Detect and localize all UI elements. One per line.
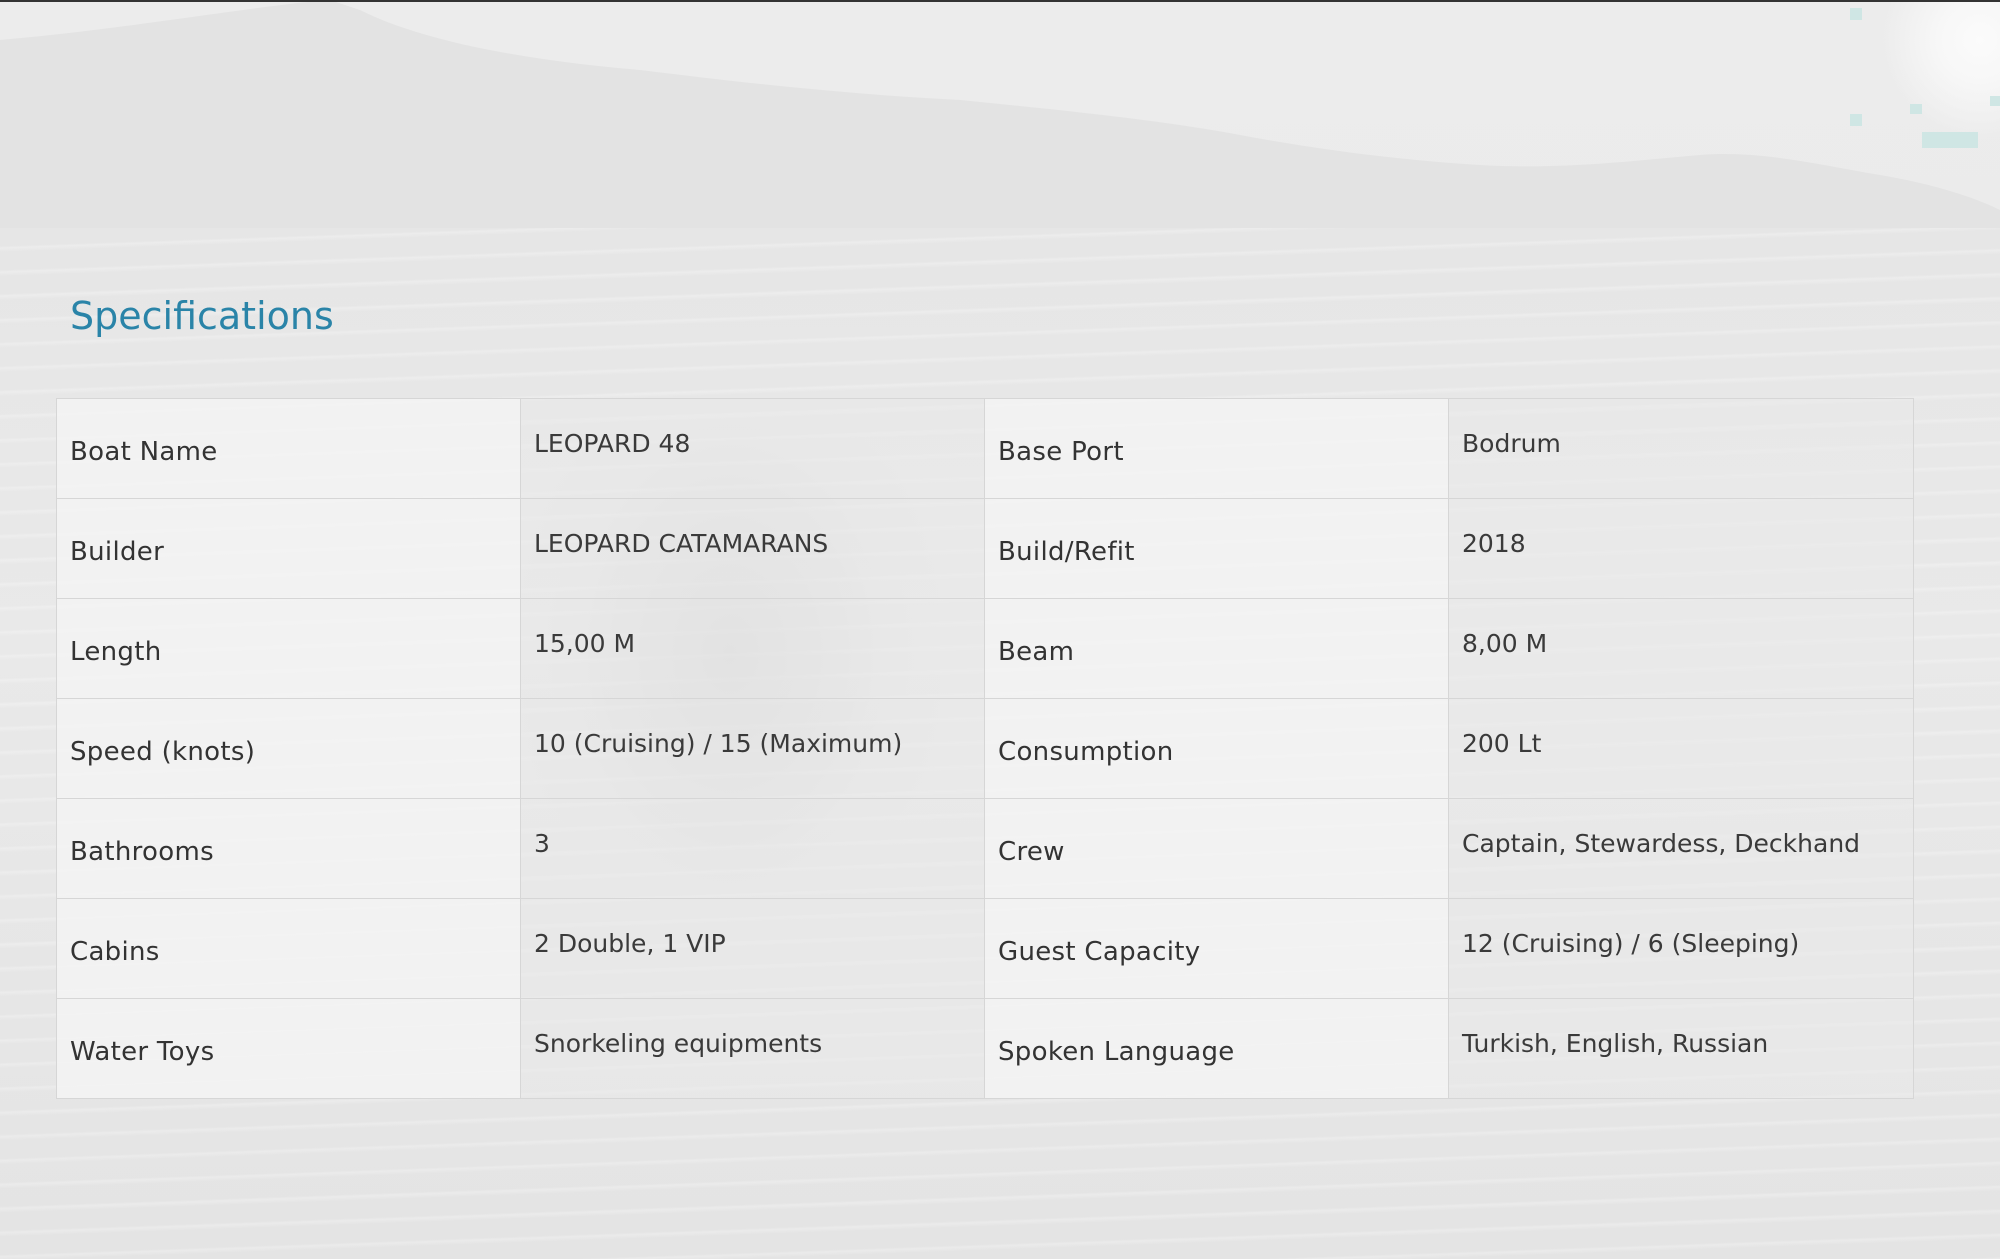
spec-value: Turkish, English, Russian xyxy=(1448,998,1914,1099)
spec-value: 8,00 M xyxy=(1448,598,1914,699)
spec-label: Builder xyxy=(56,498,521,599)
spec-label: Cabins xyxy=(56,898,521,999)
spec-value: Snorkeling equipments xyxy=(520,998,985,1099)
section-title: Specifications xyxy=(70,294,334,338)
spec-value: LEOPARD 48 xyxy=(520,398,985,499)
spec-value: Bodrum xyxy=(1448,398,1914,499)
spec-value: 3 xyxy=(520,798,985,899)
pixel-artifact xyxy=(1990,96,2000,106)
spec-value: 15,00 M xyxy=(520,598,985,699)
spec-value: 10 (Cruising) / 15 (Maximum) xyxy=(520,698,985,799)
spec-value: 200 Lt xyxy=(1448,698,1914,799)
spec-label: Consumption xyxy=(984,698,1449,799)
table-row: Length 15,00 M Beam 8,00 M xyxy=(56,598,1914,699)
spec-value: Captain, Stewardess, Deckhand xyxy=(1448,798,1914,899)
pixel-artifact xyxy=(1910,104,1922,114)
pixel-artifact xyxy=(1850,114,1862,126)
spec-label: Spoken Language xyxy=(984,998,1449,1099)
spec-label: Build/Refit xyxy=(984,498,1449,599)
spec-label: Bathrooms xyxy=(56,798,521,899)
spec-label: Boat Name xyxy=(56,398,521,499)
spec-label: Water Toys xyxy=(56,998,521,1099)
pixel-artifact xyxy=(1922,132,1978,148)
hills-silhouette xyxy=(0,0,2000,240)
spec-value: 12 (Cruising) / 6 (Sleeping) xyxy=(1448,898,1914,999)
spec-value: 2018 xyxy=(1448,498,1914,599)
spec-label: Base Port xyxy=(984,398,1449,499)
spec-label: Crew xyxy=(984,798,1449,899)
table-row: Water Toys Snorkeling equipments Spoken … xyxy=(56,998,1914,1099)
table-row: Builder LEOPARD CATAMARANS Build/Refit 2… xyxy=(56,498,1914,599)
table-row: Cabins 2 Double, 1 VIP Guest Capacity 12… xyxy=(56,898,1914,999)
table-row: Boat Name LEOPARD 48 Base Port Bodrum xyxy=(56,398,1914,499)
spec-label: Length xyxy=(56,598,521,699)
spec-label: Speed (knots) xyxy=(56,698,521,799)
table-row: Bathrooms 3 Crew Captain, Stewardess, De… xyxy=(56,798,1914,899)
top-border xyxy=(0,0,2000,2)
specifications-table: Boat Name LEOPARD 48 Base Port Bodrum Bu… xyxy=(56,398,1914,1099)
pixel-artifact xyxy=(1850,8,1862,20)
table-row: Speed (knots) 10 (Cruising) / 15 (Maximu… xyxy=(56,698,1914,799)
spec-label: Beam xyxy=(984,598,1449,699)
spec-label: Guest Capacity xyxy=(984,898,1449,999)
spec-value: LEOPARD CATAMARANS xyxy=(520,498,985,599)
spec-value: 2 Double, 1 VIP xyxy=(520,898,985,999)
